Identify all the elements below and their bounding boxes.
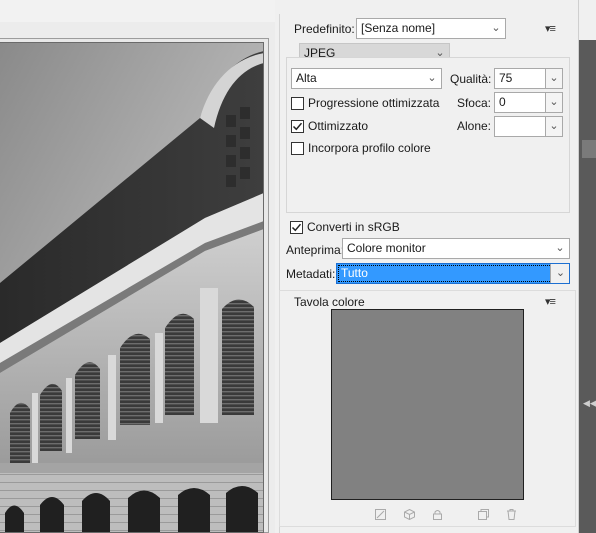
web-shift-icon[interactable]	[403, 508, 415, 520]
convert-srgb-checkbox-row[interactable]: Converti in sRGB	[290, 220, 400, 234]
chevron-down-icon[interactable]: ⌄	[545, 69, 562, 88]
preview-label: Anteprima:	[286, 243, 345, 257]
chevron-down-icon[interactable]: ⌄	[545, 117, 562, 136]
delete-color-icon[interactable]	[505, 508, 517, 520]
chevron-down-icon: ⌄	[491, 22, 501, 34]
metadata-label: Metadati:	[286, 267, 336, 281]
quality-input[interactable]: 75 ⌄	[494, 68, 563, 89]
convert-srgb-label: Converti in sRGB	[307, 220, 400, 234]
chevron-down-icon: ⌄	[550, 264, 569, 283]
embed-profile-label: Incorpora profilo colore	[308, 141, 431, 155]
preview-dropdown[interactable]: Colore monitor ⌄	[342, 238, 570, 259]
chevron-down-icon: ⌄	[555, 242, 565, 254]
quality-label: Qualità:	[450, 72, 492, 86]
optimized-checkbox-row[interactable]: Ottimizzato	[291, 119, 368, 133]
optimized-checkbox[interactable]	[291, 119, 304, 133]
preset-dropdown[interactable]: [Senza nome] ⌄	[356, 18, 506, 39]
edge-tab	[582, 140, 596, 158]
optimized-label: Ottimizzato	[308, 119, 369, 133]
preview-image[interactable]	[0, 42, 264, 533]
chevron-down-icon: ⌄	[427, 72, 437, 84]
progressive-label: Progressione ottimizzata	[308, 96, 440, 110]
preset-label: Predefinito:	[294, 22, 355, 36]
color-table-title: Tavola colore	[294, 295, 365, 309]
checkmark-icon	[291, 223, 302, 231]
matte-dropdown[interactable]: ⌄	[494, 116, 563, 137]
matte-label: Alone:	[456, 119, 491, 133]
building-photo	[0, 43, 263, 532]
blur-value: 0	[499, 95, 506, 109]
collapse-arrows-icon[interactable]: ◀◀	[583, 398, 596, 409]
blur-input[interactable]: 0 ⌄	[494, 92, 563, 113]
chevron-down-icon[interactable]: ⌄	[545, 93, 562, 112]
embed-profile-checkbox-row[interactable]: Incorpora profilo colore	[291, 141, 431, 155]
right-edge-strip	[579, 0, 596, 533]
right-edge-top	[579, 0, 596, 40]
convert-srgb-checkbox[interactable]	[290, 220, 303, 234]
quality-level-value: Alta	[296, 71, 317, 85]
blur-label: Sfoca:	[456, 96, 491, 110]
metadata-dropdown[interactable]: Tutto ⌄	[336, 263, 570, 284]
color-table-menu-icon[interactable]: ▾≡	[545, 295, 556, 308]
preview-top-strip	[0, 0, 275, 22]
color-table-swatch-area[interactable]	[331, 309, 524, 500]
progressive-checkbox[interactable]	[291, 96, 304, 110]
lock-color-icon[interactable]	[431, 508, 443, 520]
progressive-checkbox-row[interactable]: Progressione ottimizzata	[291, 96, 439, 110]
preset-value: [Senza nome]	[361, 21, 436, 35]
settings-menu-icon[interactable]: ▾≡	[545, 22, 556, 35]
quality-value: 75	[499, 71, 513, 85]
map-transparency-icon[interactable]	[374, 508, 386, 520]
metadata-value: Tutto	[341, 266, 368, 280]
new-color-icon[interactable]	[477, 508, 489, 520]
embed-profile-checkbox[interactable]	[291, 141, 304, 155]
quality-level-dropdown[interactable]: Alta ⌄	[291, 68, 442, 89]
checkmark-icon	[292, 122, 303, 130]
preview-value: Colore monitor	[347, 241, 426, 255]
